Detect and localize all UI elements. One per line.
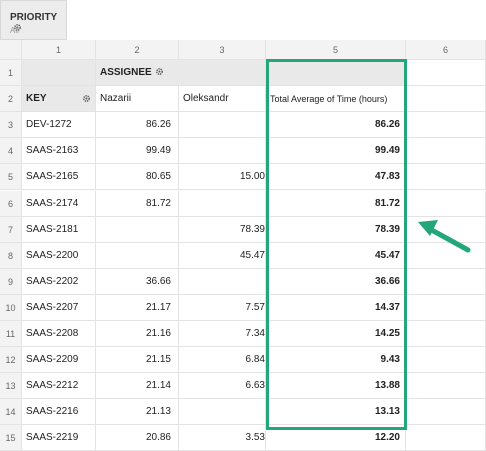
empty-header-cell [22, 60, 96, 87]
pointer-arrow-icon [418, 220, 471, 253]
nazarii-value-cell[interactable]: 81.72 [96, 190, 179, 217]
nazarii-value-cell[interactable] [96, 216, 179, 243]
nazarii-value-cell[interactable]: 20.86 [96, 425, 179, 451]
empty-cell [406, 321, 486, 348]
priority-filter[interactable]: PRIORITY All [0, 0, 67, 40]
row-number: 9 [0, 268, 22, 295]
total-value-cell[interactable]: 86.26 [266, 112, 406, 139]
total-value-cell[interactable]: 14.25 [266, 321, 406, 348]
nazarii-value-cell[interactable]: 80.65 [96, 164, 179, 191]
total-value-cell[interactable]: 45.47 [266, 242, 406, 269]
total-value-cell[interactable]: 12.20 [266, 425, 406, 451]
column-header-5[interactable]: 5 [266, 40, 406, 60]
key-cell[interactable]: DEV-1272 [22, 112, 96, 139]
row-number: 6 [0, 190, 22, 217]
row-number: 11 [0, 321, 22, 348]
empty-cell [406, 294, 486, 321]
key-header-label: KEY [26, 93, 47, 105]
column-header-6[interactable]: 6 [406, 40, 486, 60]
key-cell[interactable]: SAAS-2174 [22, 190, 96, 217]
total-value-cell[interactable]: 78.39 [266, 216, 406, 243]
oleksandr-value-cell[interactable]: 7.34 [179, 321, 266, 348]
column-header-3[interactable]: 3 [179, 40, 266, 60]
key-cell[interactable]: SAAS-2212 [22, 373, 96, 400]
row-number: 4 [0, 138, 22, 165]
row-number: 10 [0, 294, 22, 321]
assignee-header[interactable]: ASSIGNEE [96, 60, 266, 87]
key-cell[interactable]: SAAS-2181 [22, 216, 96, 243]
total-value-cell[interactable]: 14.37 [266, 294, 406, 321]
nazarii-value-cell[interactable]: 36.66 [96, 268, 179, 295]
oleksandr-value-cell[interactable]: 3.53 [179, 425, 266, 451]
oleksandr-value-cell[interactable]: 7.57 [179, 294, 266, 321]
oleksandr-value-cell[interactable] [179, 138, 266, 165]
oleksandr-value-cell[interactable]: 6.84 [179, 347, 266, 374]
corner-cell [0, 40, 22, 60]
gear-icon[interactable] [82, 94, 91, 103]
key-cell[interactable]: SAAS-2209 [22, 347, 96, 374]
total-value-cell[interactable]: 99.49 [266, 138, 406, 165]
oleksandr-value-cell[interactable] [179, 268, 266, 295]
row-number: 14 [0, 399, 22, 426]
empty-cell [406, 268, 486, 295]
empty-cell [406, 399, 486, 426]
row-number: 5 [0, 164, 22, 191]
assignee-header-label: ASSIGNEE [100, 67, 152, 78]
row-number: 13 [0, 373, 22, 400]
oleksandr-value-cell[interactable] [179, 190, 266, 217]
oleksandr-value-cell[interactable]: 78.39 [179, 216, 266, 243]
row-number: 1 [0, 60, 22, 87]
total-average-header[interactable]: Total Average of Time (hours) [266, 86, 406, 113]
empty-cell [406, 86, 486, 113]
total-value-cell[interactable]: 81.72 [266, 190, 406, 217]
column-header-1[interactable]: 1 [22, 40, 96, 60]
empty-cell [406, 60, 486, 87]
row-number: 3 [0, 112, 22, 139]
gear-icon[interactable] [155, 67, 164, 76]
oleksandr-value-cell[interactable]: 15.00 [179, 164, 266, 191]
oleksandr-value-cell[interactable] [179, 399, 266, 426]
oleksandr-value-cell[interactable]: 6.63 [179, 373, 266, 400]
row-number: 8 [0, 242, 22, 269]
empty-cell [406, 112, 486, 139]
total-header-blank [266, 60, 406, 87]
total-value-cell[interactable]: 47.83 [266, 164, 406, 191]
key-header[interactable]: KEY [22, 86, 96, 113]
key-cell[interactable]: SAAS-2200 [22, 242, 96, 269]
row-number: 12 [0, 347, 22, 374]
key-cell[interactable]: SAAS-2165 [22, 164, 96, 191]
nazarii-value-cell[interactable]: 21.13 [96, 399, 179, 426]
nazarii-value-cell[interactable]: 21.15 [96, 347, 179, 374]
nazarii-value-cell[interactable]: 21.17 [96, 294, 179, 321]
total-value-cell[interactable]: 13.13 [266, 399, 406, 426]
row-number: 15 [0, 425, 22, 451]
empty-cell [406, 164, 486, 191]
empty-cell [406, 138, 486, 165]
key-cell[interactable]: SAAS-2219 [22, 425, 96, 451]
total-value-cell[interactable]: 9.43 [266, 347, 406, 374]
nazarii-value-cell[interactable]: 86.26 [96, 112, 179, 139]
key-cell[interactable]: SAAS-2202 [22, 268, 96, 295]
oleksandr-value-cell[interactable]: 45.47 [179, 242, 266, 269]
nazarii-value-cell[interactable]: 21.16 [96, 321, 179, 348]
assignee-name-oleksandr[interactable]: Oleksandr [179, 86, 266, 113]
total-value-cell[interactable]: 36.66 [266, 268, 406, 295]
nazarii-value-cell[interactable]: 21.14 [96, 373, 179, 400]
oleksandr-value-cell[interactable] [179, 112, 266, 139]
empty-cell [406, 347, 486, 374]
empty-cell [406, 425, 486, 451]
key-cell[interactable]: SAAS-2216 [22, 399, 96, 426]
priority-filter-value: All [10, 26, 19, 35]
row-number: 7 [0, 216, 22, 243]
key-cell[interactable]: SAAS-2208 [22, 321, 96, 348]
key-cell[interactable]: SAAS-2163 [22, 138, 96, 165]
row-number: 2 [0, 86, 22, 113]
empty-cell [406, 373, 486, 400]
total-value-cell[interactable]: 13.88 [266, 373, 406, 400]
nazarii-value-cell[interactable] [96, 242, 179, 269]
nazarii-value-cell[interactable]: 99.49 [96, 138, 179, 165]
key-cell[interactable]: SAAS-2207 [22, 294, 96, 321]
column-header-2[interactable]: 2 [96, 40, 179, 60]
assignee-name-nazarii[interactable]: Nazarii [96, 86, 179, 113]
